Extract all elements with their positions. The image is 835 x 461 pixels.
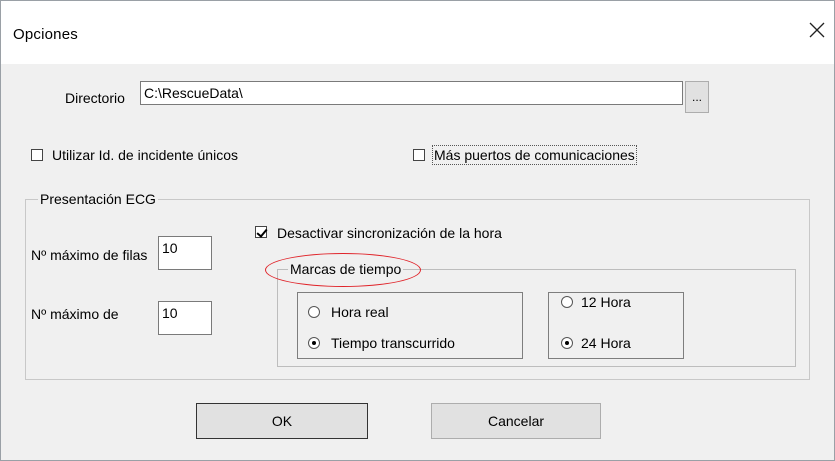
close-icon[interactable] (806, 19, 828, 41)
cancel-button[interactable]: Cancelar (431, 403, 601, 439)
max-rows-label: Nº máximo de filas (31, 247, 148, 263)
max-label: Nº máximo de (31, 306, 119, 322)
disable-sync-label: Desactivar sincronización de la hora (277, 225, 502, 241)
format-12-label: 12 Hora (581, 294, 631, 310)
more-ports-label: Más puertos de comunicaciones (432, 145, 637, 165)
timestamps-title: Marcas de tiempo (288, 261, 404, 277)
real-time-radio[interactable] (308, 306, 320, 318)
ecg-group-title: Presentación ECG (38, 191, 158, 207)
max-input[interactable]: 10 (158, 301, 212, 335)
dialog-title: Opciones (13, 26, 78, 43)
options-dialog: Opciones Directorio C:\RescueData\ ... U… (0, 0, 835, 461)
max-rows-input[interactable]: 10 (158, 236, 212, 270)
format-12-radio[interactable] (561, 296, 573, 308)
ok-button[interactable]: OK (196, 403, 368, 439)
browse-button[interactable]: ... (685, 81, 709, 113)
more-ports-checkbox[interactable] (413, 149, 425, 161)
unique-ids-checkbox[interactable] (31, 149, 43, 161)
title-bar: Opciones (1, 1, 834, 64)
disable-sync-checkbox[interactable] (255, 226, 267, 238)
format-24-label: 24 Hora (581, 335, 631, 351)
real-time-label: Hora real (331, 304, 389, 320)
directory-label: Directorio (65, 90, 125, 106)
unique-ids-label: Utilizar Id. de incidente únicos (52, 147, 238, 163)
elapsed-time-radio[interactable] (308, 337, 320, 349)
format-24-radio[interactable] (561, 337, 573, 349)
directory-input[interactable]: C:\RescueData\ (140, 81, 683, 105)
elapsed-time-label: Tiempo transcurrido (331, 335, 455, 351)
